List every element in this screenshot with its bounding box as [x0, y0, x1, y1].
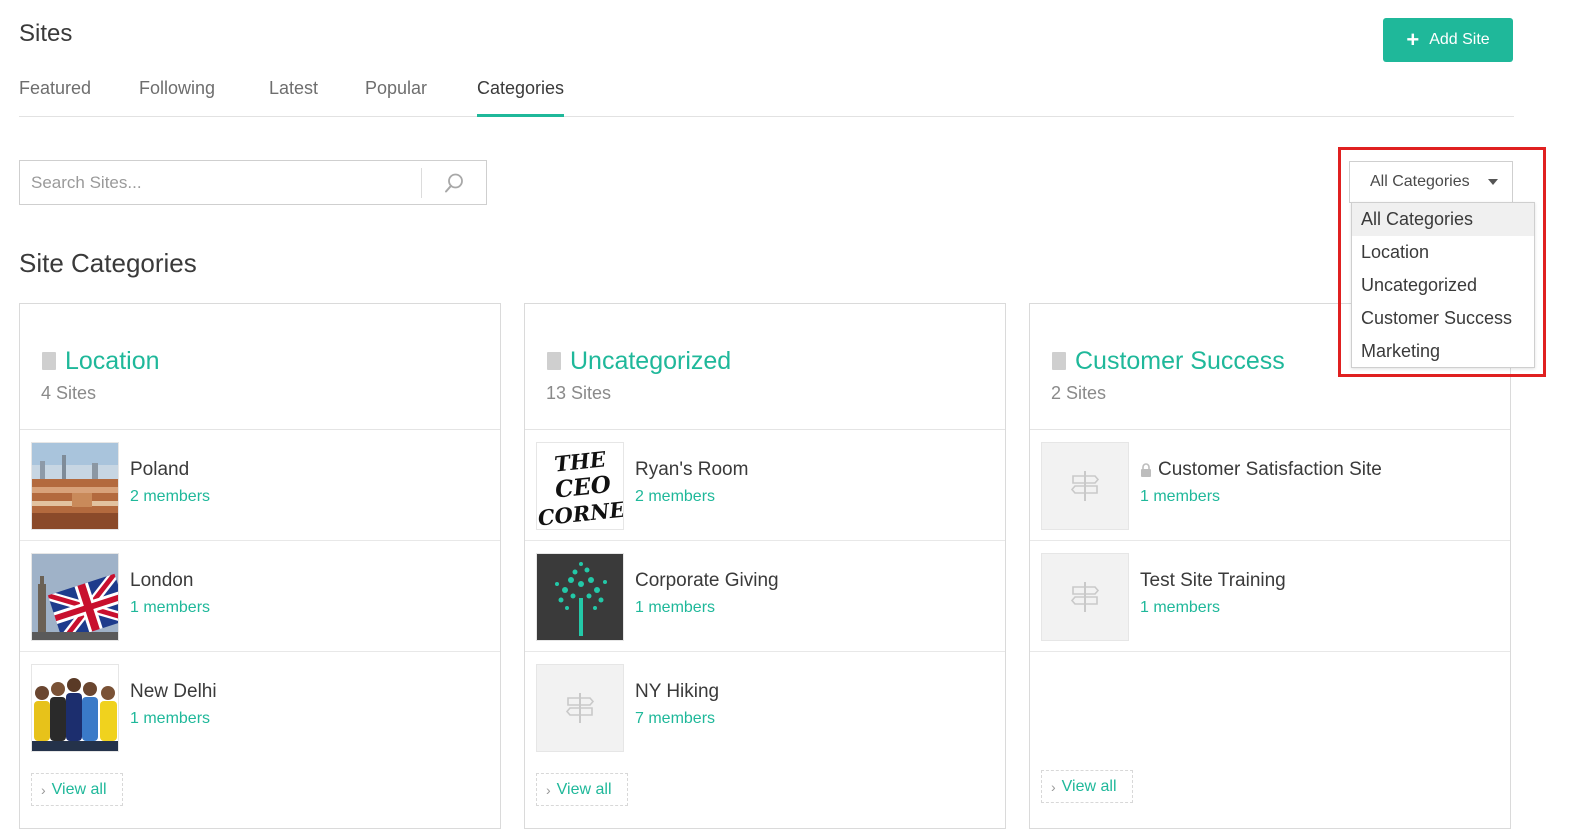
site-thumbnail[interactable]	[1041, 553, 1129, 641]
category-icon	[547, 352, 561, 370]
site-name[interactable]: Test Site Training	[1140, 570, 1286, 592]
site-row[interactable]: Customer Satisfaction Site 1 members	[1030, 430, 1510, 541]
category-title[interactable]: Customer Success	[1075, 347, 1285, 376]
site-thumbnail[interactable]	[31, 442, 119, 530]
tab-featured[interactable]: Featured	[19, 76, 91, 117]
tree-photo-icon	[537, 554, 623, 640]
view-all-label: View all	[556, 780, 612, 798]
category-card-customer-success: Customer Success 2 Sites Customer Satisf…	[1029, 303, 1511, 829]
site-members[interactable]: 1 members	[130, 710, 210, 728]
lock-icon	[1141, 463, 1151, 477]
site-members[interactable]: 1 members	[1140, 488, 1220, 506]
search-icon	[445, 173, 463, 192]
people-photo-icon	[32, 665, 118, 751]
category-icon	[42, 352, 56, 370]
dropdown-option-customer-success[interactable]: Customer Success	[1352, 302, 1534, 335]
chevron-right-icon: ›	[41, 781, 46, 798]
site-name[interactable]: London	[130, 570, 193, 592]
signpost-icon	[1070, 582, 1100, 612]
category-title[interactable]: Uncategorized	[570, 347, 731, 376]
category-header: Uncategorized 13 Sites	[525, 304, 1005, 430]
view-all-label: View all	[1061, 777, 1117, 795]
signpost-icon	[565, 693, 595, 723]
site-members[interactable]: 7 members	[635, 710, 715, 728]
category-title[interactable]: Location	[65, 347, 160, 376]
tab-bar: Featured Following Latest Popular Catego…	[19, 76, 1514, 117]
category-count: 2 Sites	[1051, 383, 1107, 403]
plus-icon: +	[1406, 27, 1420, 52]
dropdown-option-uncategorized[interactable]: Uncategorized	[1352, 269, 1534, 302]
view-all-label: View all	[51, 780, 107, 798]
chevron-right-icon: ›	[1051, 778, 1056, 795]
dropdown-option-marketing[interactable]: Marketing	[1352, 335, 1534, 368]
site-name[interactable]: Ryan's Room	[635, 459, 748, 481]
site-name[interactable]: Customer Satisfaction Site	[1158, 459, 1382, 481]
search-box	[19, 160, 487, 205]
site-members[interactable]: 1 members	[1140, 599, 1220, 617]
tab-categories[interactable]: Categories	[477, 76, 565, 117]
view-all-button[interactable]: › View all	[1041, 770, 1133, 803]
city-photo-icon	[32, 443, 118, 529]
site-name-row: Customer Satisfaction Site	[1140, 459, 1382, 481]
category-filter-value: All Categories	[1370, 173, 1470, 190]
add-site-label: Add Site	[1429, 31, 1490, 48]
signpost-icon	[1070, 471, 1100, 501]
site-thumbnail[interactable]	[1041, 442, 1129, 530]
site-row[interactable]: Test Site Training 1 members	[1030, 541, 1510, 652]
site-row[interactable]: NY Hiking 7 members	[525, 652, 1005, 763]
tab-latest[interactable]: Latest	[269, 76, 318, 117]
add-site-button[interactable]: + Add Site	[1383, 18, 1513, 62]
tab-popular[interactable]: Popular	[365, 76, 427, 117]
tab-following[interactable]: Following	[139, 76, 215, 117]
category-header: Location 4 Sites	[20, 304, 500, 430]
view-all-button[interactable]: › View all	[536, 773, 628, 806]
site-thumbnail[interactable]	[536, 553, 624, 641]
site-members[interactable]: 1 members	[130, 599, 210, 617]
search-button[interactable]	[422, 161, 486, 204]
category-filter-select[interactable]: All Categories	[1349, 161, 1513, 203]
search-input[interactable]	[20, 161, 421, 204]
dropdown-option-all-categories[interactable]: All Categories	[1352, 203, 1534, 236]
ceo-corner-logo: THE CEO CORNER	[537, 443, 623, 529]
site-thumbnail[interactable]	[31, 553, 119, 641]
category-icon	[1052, 352, 1066, 370]
category-card-location: Location 4 Sites Poland 2 members London…	[19, 303, 501, 829]
union-jack-photo-icon	[32, 554, 118, 640]
site-row[interactable]: London 1 members	[20, 541, 500, 652]
category-count: 13 Sites	[546, 383, 612, 403]
site-row[interactable]: Poland 2 members	[20, 430, 500, 541]
site-row[interactable]: New Delhi 1 members	[20, 652, 500, 763]
category-card-uncategorized: Uncategorized 13 Sites THE CEO CORNER Ry…	[524, 303, 1006, 829]
site-row[interactable]: Corporate Giving 1 members	[525, 541, 1005, 652]
site-name[interactable]: Poland	[130, 459, 189, 481]
site-name[interactable]: New Delhi	[130, 681, 217, 703]
site-thumbnail[interactable]: THE CEO CORNER	[536, 442, 624, 530]
site-row[interactable]: THE CEO CORNER Ryan's Room 2 members	[525, 430, 1005, 541]
page-title: Sites	[19, 20, 73, 47]
category-count: 4 Sites	[41, 383, 97, 403]
site-thumbnail[interactable]	[536, 664, 624, 752]
chevron-right-icon: ›	[546, 781, 551, 798]
site-members[interactable]: 2 members	[130, 488, 210, 506]
site-thumbnail[interactable]	[31, 664, 119, 752]
section-title: Site Categories	[19, 248, 197, 278]
caret-down-icon	[1488, 179, 1498, 185]
site-members[interactable]: 1 members	[635, 599, 715, 617]
dropdown-option-location[interactable]: Location	[1352, 236, 1534, 269]
site-name[interactable]: Corporate Giving	[635, 570, 779, 592]
site-name[interactable]: NY Hiking	[635, 681, 719, 703]
category-filter-menu: All Categories Location Uncategorized Cu…	[1351, 202, 1535, 368]
view-all-button[interactable]: › View all	[31, 773, 123, 806]
site-members[interactable]: 2 members	[635, 488, 715, 506]
